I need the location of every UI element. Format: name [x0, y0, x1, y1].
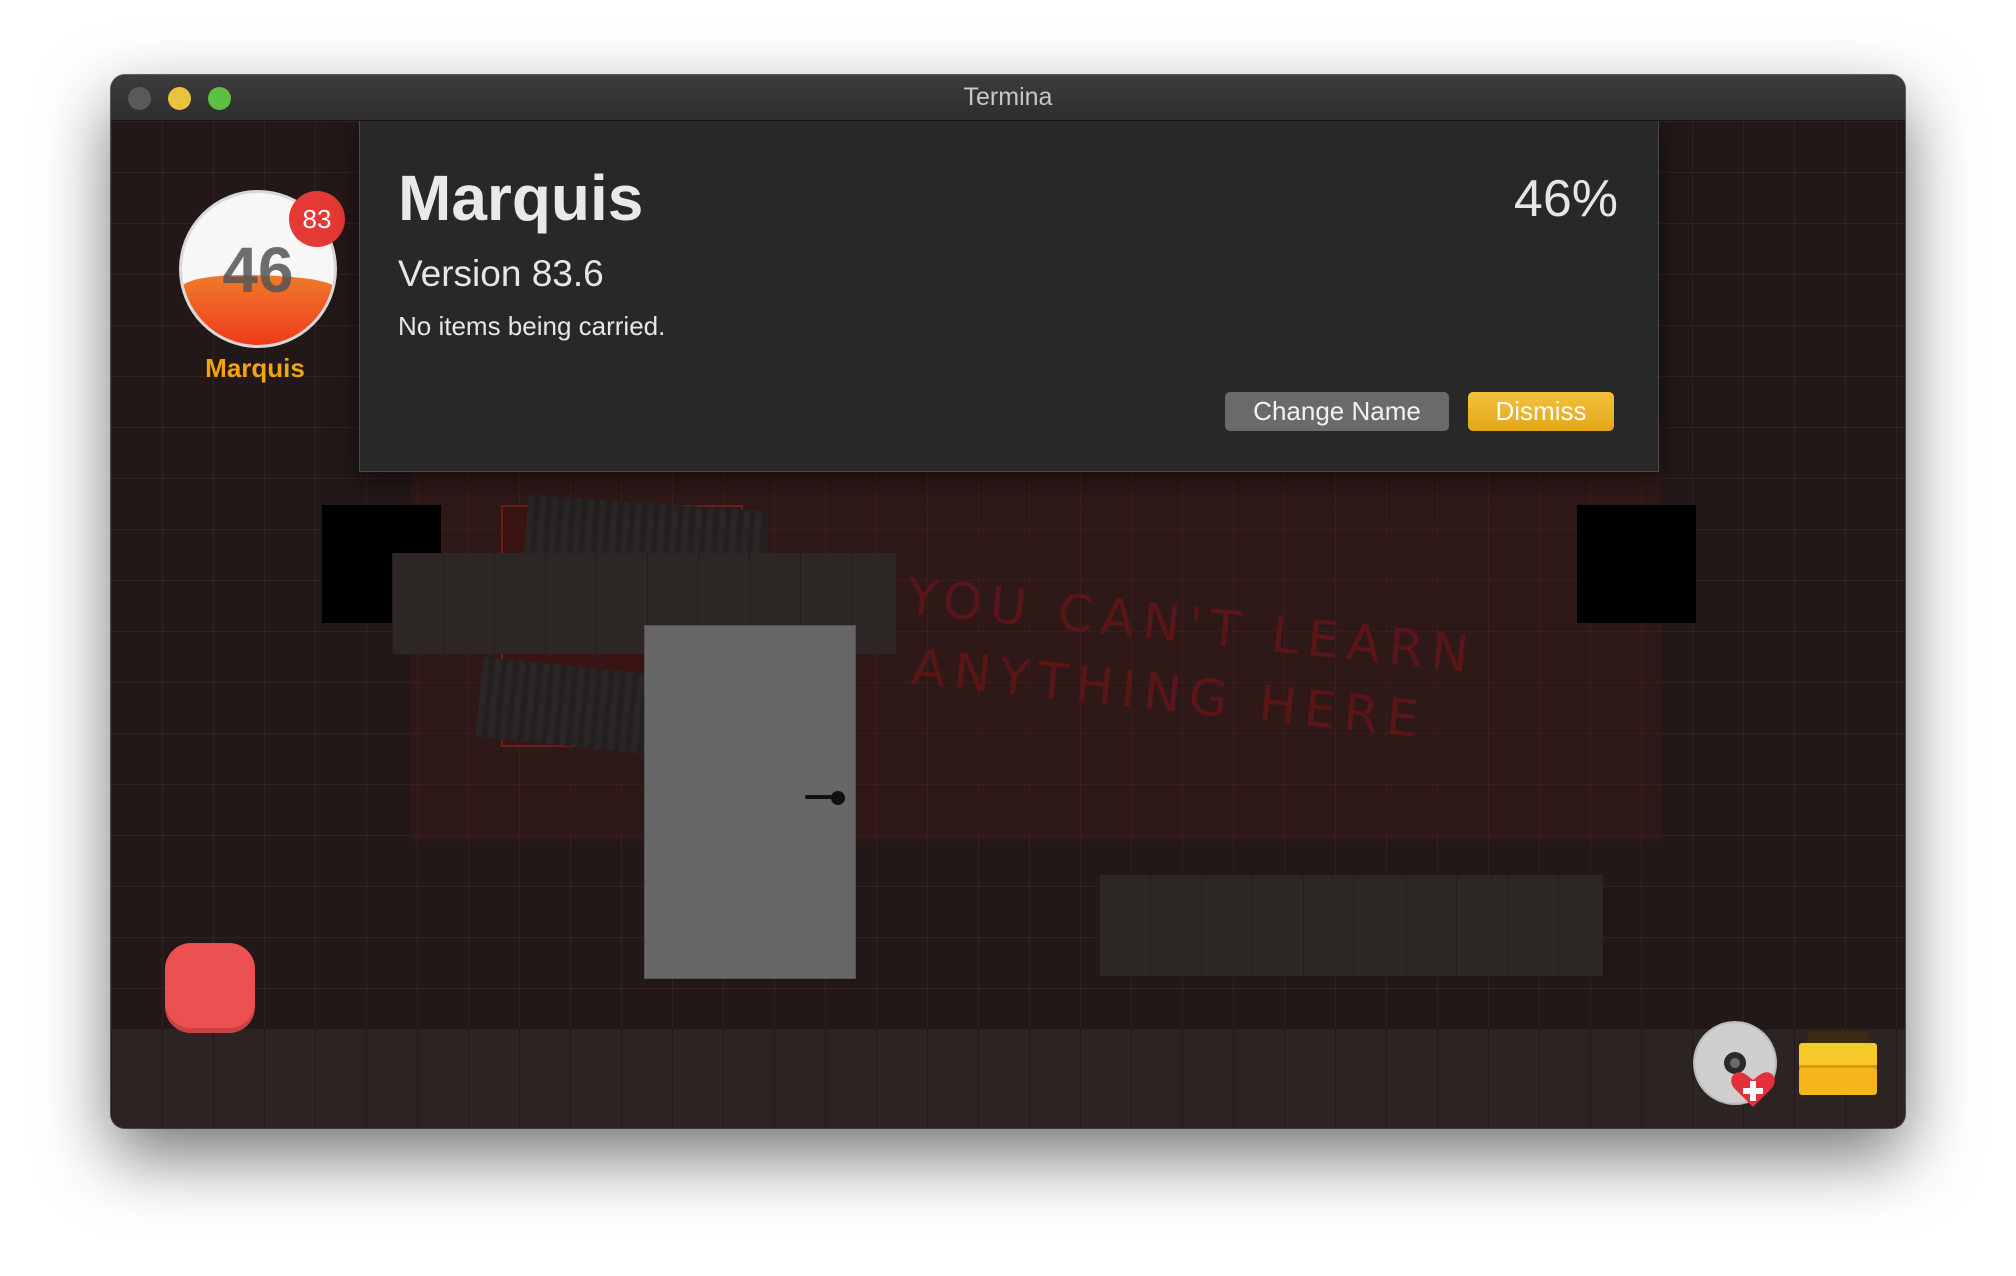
black-block-right: [1577, 505, 1696, 623]
door-handle-icon: [805, 791, 845, 805]
change-name-button[interactable]: Change Name: [1225, 392, 1449, 431]
floor: [111, 1029, 1905, 1128]
red-square-button[interactable]: [165, 943, 255, 1033]
toolbox-icon[interactable]: [1797, 1029, 1879, 1099]
disc-heart-icon[interactable]: [1691, 1019, 1783, 1111]
dialog-version: Version 83.6: [398, 253, 604, 294]
title-bar: Termina: [111, 75, 1905, 121]
door[interactable]: [644, 625, 856, 979]
dialog-title: Marquis: [398, 162, 644, 234]
dismiss-button[interactable]: Dismiss: [1468, 392, 1614, 431]
window-title: Termina: [963, 83, 1053, 111]
dialog-items-text: No items being carried.: [398, 311, 666, 341]
app-window: Termina YOU CAN'T LEARN ANYTHING HERE 46…: [111, 75, 1905, 1128]
right-platform: [1099, 875, 1603, 976]
dialog-percent: 46%: [1513, 170, 1618, 228]
game-canvas[interactable]: YOU CAN'T LEARN ANYTHING HERE 46 83 Marq…: [111, 121, 1905, 1128]
player-info-dialog: Marquis Version 83.6 No items being carr…: [359, 121, 1659, 472]
player-name-label: Marquis: [205, 353, 305, 383]
notification-badge: 83: [289, 191, 345, 247]
